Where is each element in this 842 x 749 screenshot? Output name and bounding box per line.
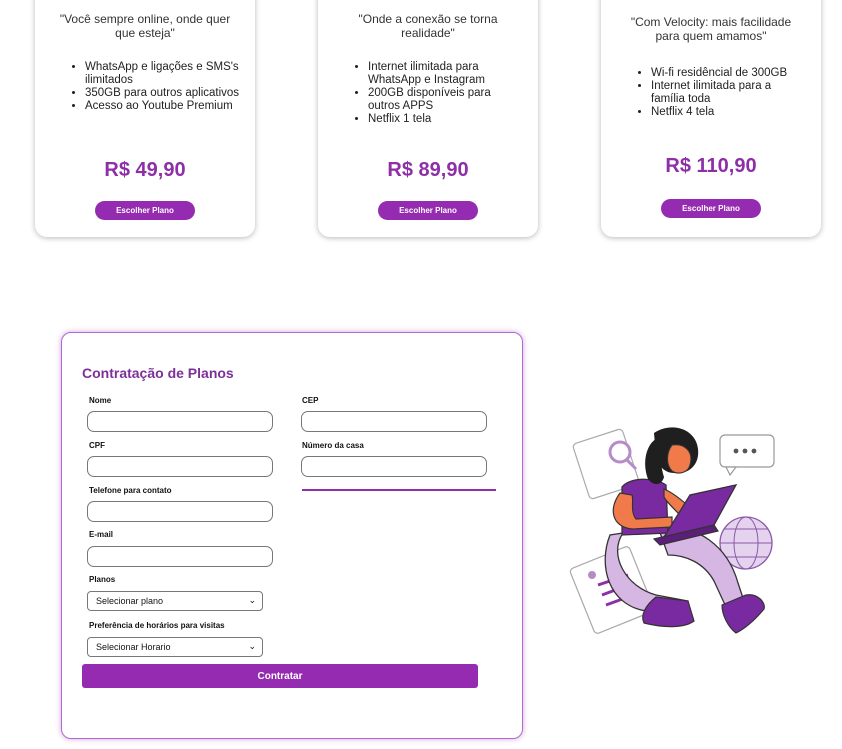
choose-plan-button[interactable]: Escolher Plano [661, 199, 761, 218]
nome-input[interactable] [87, 411, 273, 432]
numero-input[interactable] [301, 456, 487, 477]
feature-item: Wi-fi residêncial de 300GB [651, 67, 807, 80]
email-input[interactable] [87, 546, 273, 567]
chevron-down-icon: ⌄ [248, 595, 256, 605]
cep-input[interactable] [301, 411, 487, 432]
choose-plan-button[interactable]: Escolher Plano [378, 201, 478, 220]
person-with-laptop-illustration [569, 427, 775, 634]
telefone-input[interactable] [87, 501, 273, 522]
plan-card-3: "Com Velocity: mais facilidade para quem… [601, 0, 821, 237]
feature-item: 200GB disponíveis para outros APPS [368, 87, 524, 113]
feature-item: Netflix 1 tela [368, 113, 524, 126]
chevron-down-icon: ⌄ [248, 641, 256, 651]
nome-label: Nome [89, 396, 112, 405]
feature-item: Internet ilimitada para WhatsApp e Insta… [368, 61, 524, 87]
plan-card-2: "Onde a conexão se torna realidade" Inte… [318, 0, 538, 237]
plan-price: R$ 110,90 [665, 155, 757, 177]
plano-select-value: Selecionar plano [96, 596, 164, 606]
plano-select[interactable]: Selecionar plano ⌄ [87, 591, 263, 611]
cpf-input[interactable] [87, 456, 273, 477]
cep-label: CEP [302, 396, 319, 405]
contract-form: Contratação de Planos Nome CEP CPF Númer… [61, 332, 523, 739]
feature-item: Acesso ao Youtube Premium [85, 100, 241, 113]
feature-item: Internet ilimitada para a família toda [651, 80, 807, 106]
plan-features: Wi-fi residêncial de 300GB Internet ilim… [651, 67, 807, 119]
cpf-label: CPF [89, 441, 105, 450]
plan-features: Internet ilimitada para WhatsApp e Insta… [368, 61, 524, 126]
feature-item: Netflix 4 tela [651, 106, 807, 119]
horario-select-value: Selecionar Horario [96, 642, 171, 652]
plan-features: WhatsApp e ligações e SMS's ilimitados 3… [85, 61, 241, 113]
horario-select[interactable]: Selecionar Horario ⌄ [87, 637, 263, 657]
plan-card-1: "Você sempre online, onde quer que estej… [35, 0, 255, 237]
feature-item: WhatsApp e ligações e SMS's ilimitados [85, 61, 241, 87]
choose-plan-button[interactable]: Escolher Plano [95, 201, 195, 220]
plan-quote: "Com Velocity: mais facilidade para quem… [630, 15, 792, 43]
contratar-button[interactable]: Contratar [82, 664, 478, 688]
planos-label: Planos [89, 575, 116, 584]
plan-price: R$ 49,90 [104, 159, 186, 181]
horarios-label: Preferência de horários para visitas [89, 621, 225, 630]
numero-label: Número da casa [302, 441, 364, 450]
feature-item: 350GB para outros aplicativos [85, 87, 241, 100]
divider [302, 489, 496, 491]
form-title: Contratação de Planos [82, 365, 234, 381]
plan-quote: "Você sempre online, onde quer que estej… [59, 12, 231, 40]
plan-price: R$ 89,90 [387, 159, 469, 181]
telefone-label: Telefone para contato [89, 486, 172, 495]
plan-quote: "Onde a conexão se torna realidade" [358, 12, 498, 40]
email-label: E-mail [89, 530, 114, 539]
